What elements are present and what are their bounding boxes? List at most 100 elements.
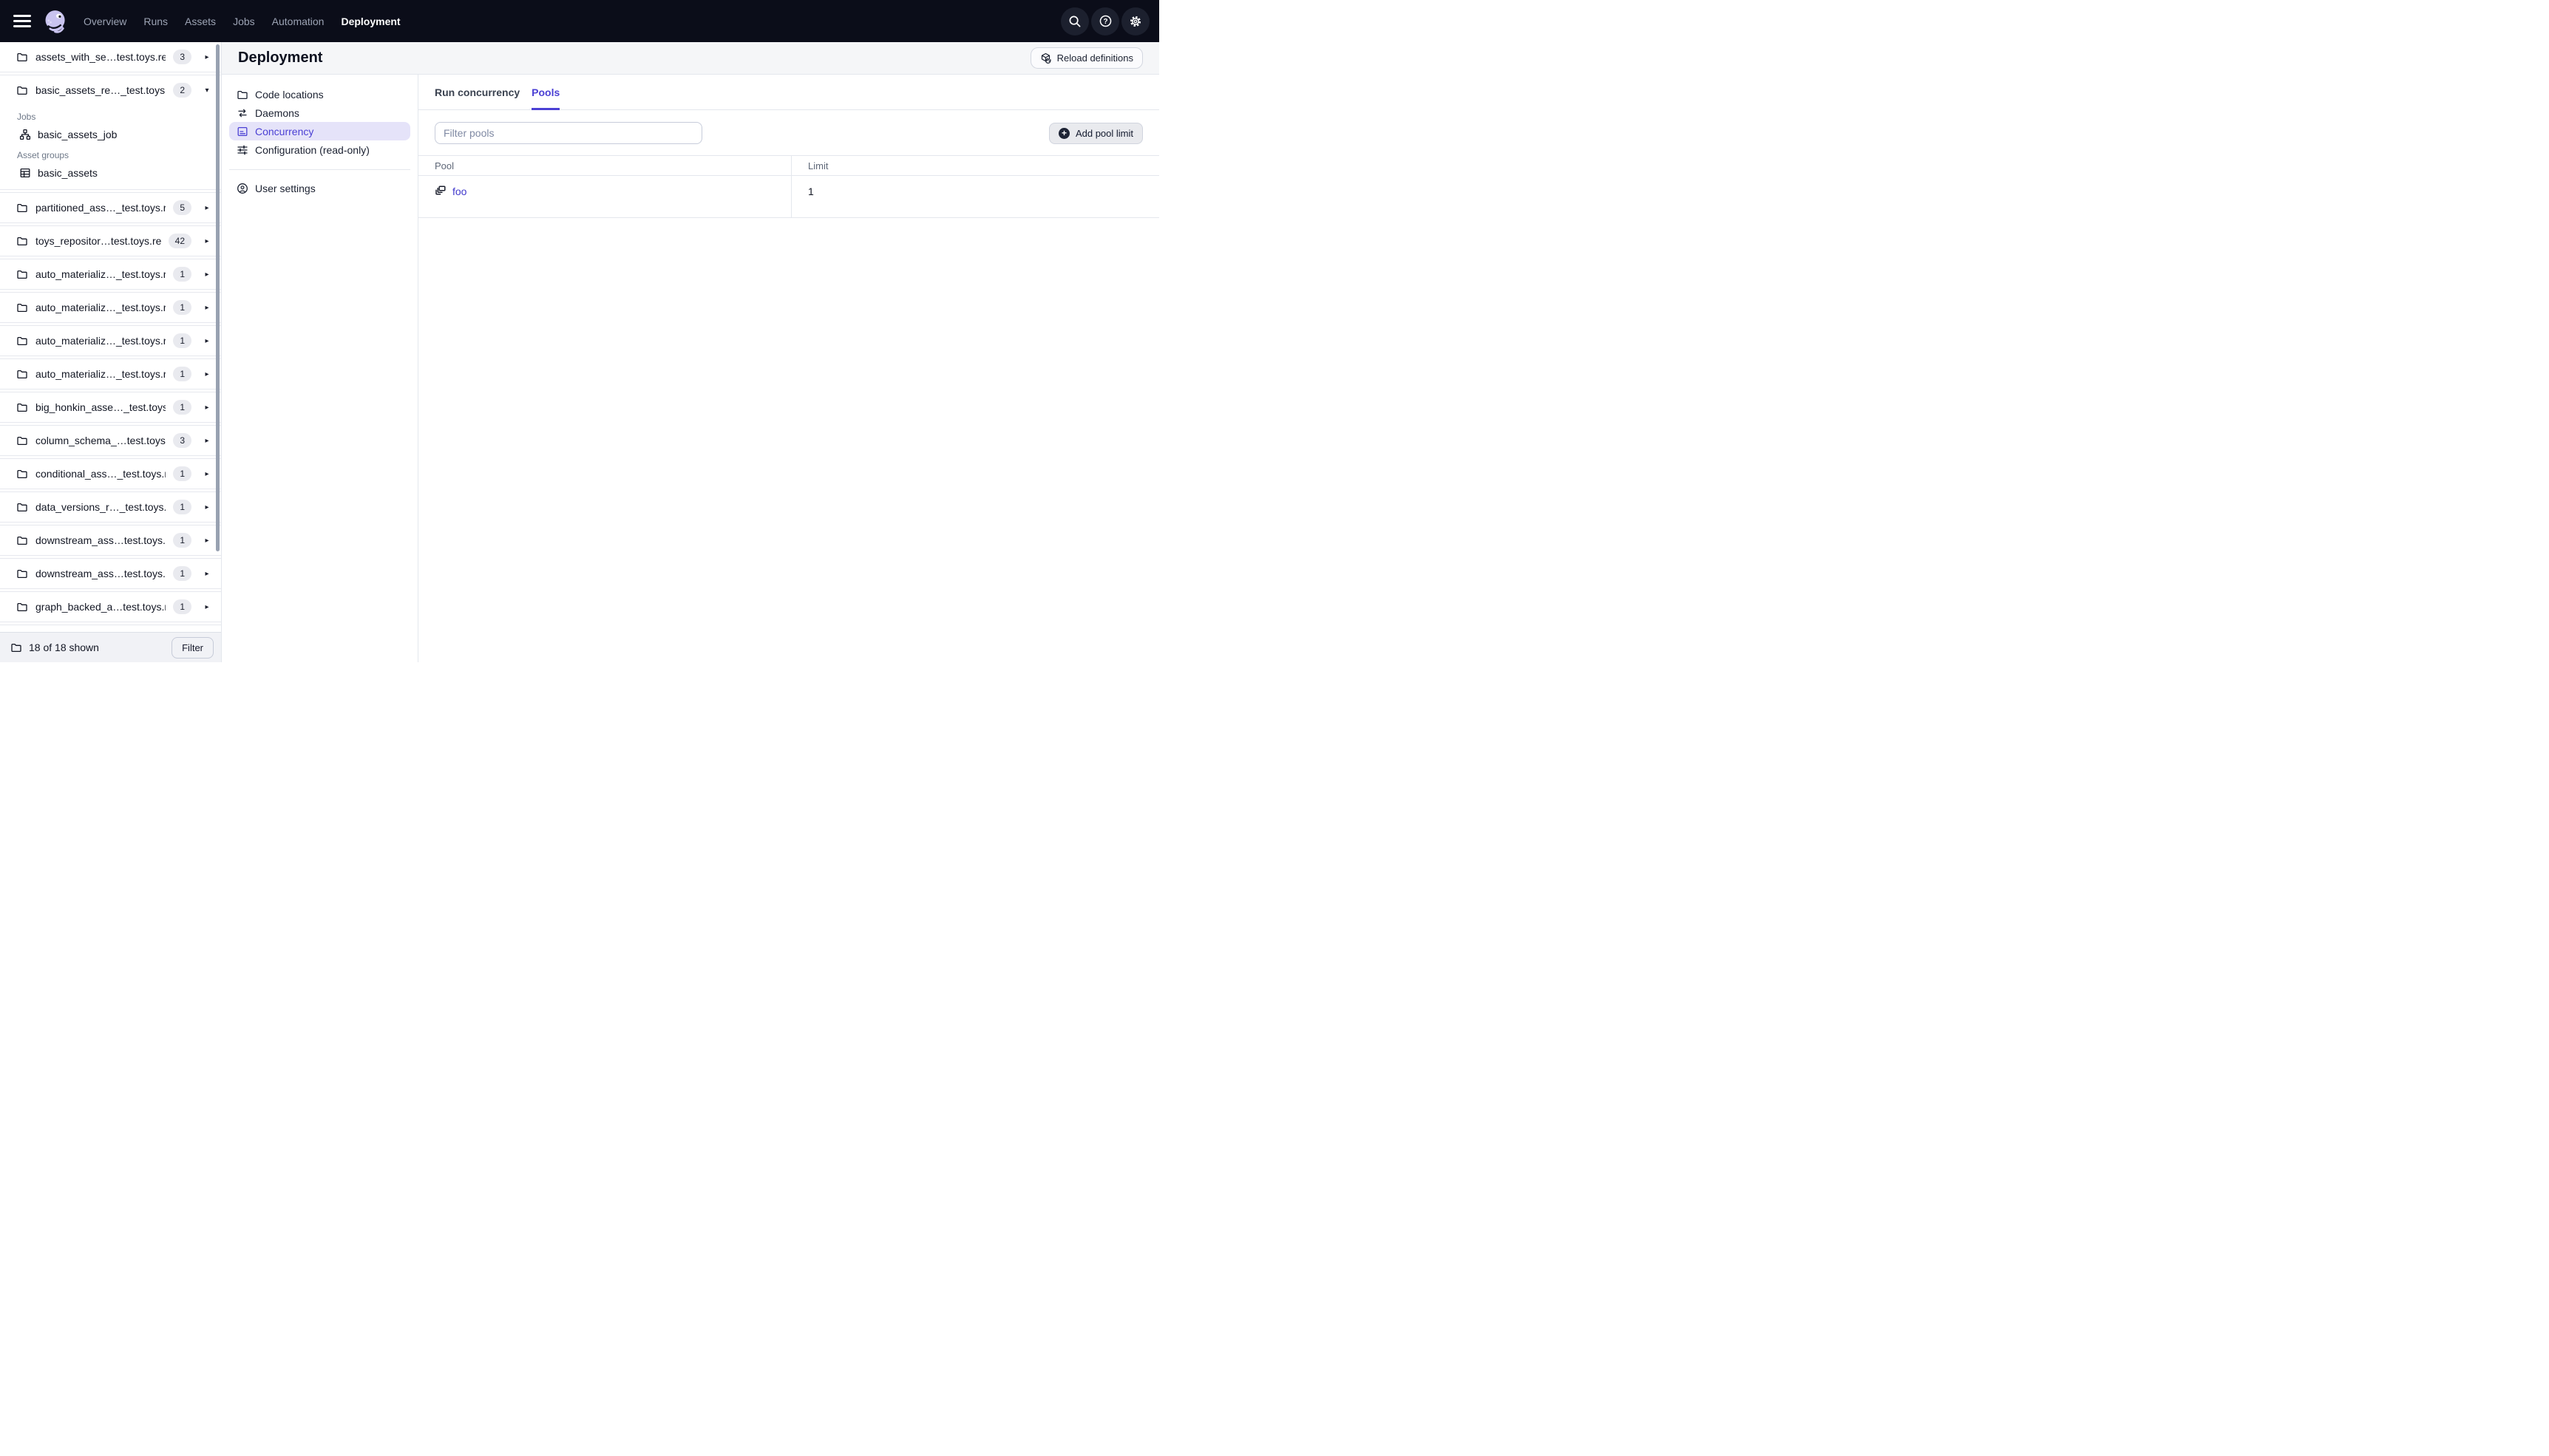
repo-name: graph_backed_a…test.toys.repo <box>35 601 166 613</box>
pool-limit-value: 1 <box>808 186 814 197</box>
reload-definitions-button[interactable]: Reload definitions <box>1030 47 1143 69</box>
repo-count-badge: 42 <box>168 234 191 248</box>
daemons-icon <box>237 107 248 119</box>
settings-nav-item-configuration-read-only-[interactable]: Configuration (read-only) <box>229 140 410 159</box>
chevron-icon[interactable]: ▸ <box>199 537 215 545</box>
top-nav-bar: Overview Runs Assets Jobs Automation Deployme… <box>0 0 1159 42</box>
user-icon <box>237 183 248 194</box>
repo-sub-item[interactable]: basic_assets_job <box>0 126 221 143</box>
chevron-icon[interactable]: ▸ <box>199 204 215 212</box>
nav-label: Configuration (read-only) <box>255 143 370 156</box>
repo-block: auto_materializ…_test.toys.repo 1 ▸ <box>0 358 221 389</box>
chevron-icon[interactable]: ▸ <box>199 337 215 345</box>
repo-name: basic_assets_re…_test.toys.rep <box>35 84 166 96</box>
repo-count-badge: 2 <box>173 83 191 98</box>
chevron-icon[interactable]: ▾ <box>199 86 215 95</box>
sidebar-repo-row[interactable]: basic_assets_re…_test.toys.rep 2 ▾ <box>0 75 221 105</box>
top-nav-item-runs[interactable]: Runs <box>143 16 168 27</box>
repo-block: auto_materializ…_test.toys.repo 1 ▸ <box>0 292 221 323</box>
pool-link[interactable]: foo <box>452 186 466 197</box>
repo-count-badge: 1 <box>173 400 191 415</box>
pools-table-header: Pool Limit <box>418 155 1159 176</box>
tab-label: Pools <box>532 86 560 98</box>
chevron-icon[interactable]: ▸ <box>199 304 215 312</box>
search-button[interactable] <box>1061 7 1089 35</box>
chevron-icon[interactable]: ▸ <box>199 603 215 611</box>
repo-name: downstream_ass…test.toys.rep <box>35 534 166 546</box>
repo-block: downstream_ass…test.toys.rep 1 ▸ <box>0 525 221 556</box>
top-nav-item-jobs[interactable]: Jobs <box>233 16 255 27</box>
sidebar-repo-row[interactable]: column_schema_…test.toys.rep 3 ▸ <box>0 426 221 455</box>
chevron-icon[interactable]: ▸ <box>199 437 215 445</box>
sidebar-repo-row[interactable]: long_asset_keys…_test.toys.rep 1 ▸ <box>0 625 221 632</box>
repo-list: assets_with_se…test.toys.repo 3 ▸ basic_… <box>0 42 221 632</box>
sidebar-repo-row[interactable]: auto_materializ…_test.toys.repo 1 ▸ <box>0 326 221 356</box>
sidebar-repo-row[interactable]: big_honkin_asse…_test.toys.rep 1 ▸ <box>0 392 221 422</box>
sidebar-repo-row[interactable]: data_versions_r…_test.toys.rep 1 ▸ <box>0 492 221 522</box>
nav-label: Code locations <box>255 88 324 101</box>
hamburger-menu-button[interactable] <box>13 15 31 27</box>
folder-icon <box>16 84 28 96</box>
repo-name: toys_repositor…test.toys.repo <box>35 235 161 247</box>
folder-icon <box>16 401 28 413</box>
sidebar-repo-row[interactable]: auto_materializ…_test.toys.repo 1 ▸ <box>0 293 221 322</box>
top-nav-item-overview[interactable]: Overview <box>84 16 126 27</box>
sidebar-repo-row[interactable]: auto_materializ…_test.toys.repo 1 ▸ <box>0 259 221 289</box>
main-area: Deployment Reload definitions Code locat… <box>222 42 1159 662</box>
sidebar-repo-row[interactable]: assets_with_se…test.toys.repo 3 ▸ <box>0 42 221 72</box>
folder-icon <box>16 534 28 546</box>
concurrency-tabs: Run concurrency Pools <box>418 75 1159 110</box>
add-pool-limit-button[interactable]: + Add pool limit <box>1048 122 1143 144</box>
section-label: Jobs <box>17 112 36 122</box>
settings-nav-item-concurrency[interactable]: Concurrency <box>229 122 410 140</box>
repo-block: partitioned_ass…_test.toys.rep 5 ▸ <box>0 192 221 223</box>
settings-nav-item-user-settings[interactable]: User settings <box>229 179 410 197</box>
tab-pools[interactable]: Pools <box>532 75 560 110</box>
sidebar-repo-row[interactable]: graph_backed_a…test.toys.repo 1 ▸ <box>0 592 221 622</box>
top-nav-item-deployment[interactable]: Deployment <box>341 16 400 27</box>
sidebar-repo-row[interactable]: downstream_ass…test.toys.rep 1 ▸ <box>0 559 221 588</box>
chevron-icon[interactable]: ▸ <box>199 237 215 245</box>
settings-nav-item-code-locations[interactable]: Code locations <box>229 85 410 103</box>
sidebar-repo-row[interactable]: conditional_ass…_test.toys.repo 1 ▸ <box>0 459 221 489</box>
tab-run-concurrency[interactable]: Run concurrency <box>435 75 520 109</box>
plus-icon: + <box>1058 127 1070 139</box>
filter-pools-input[interactable] <box>435 122 702 144</box>
sidebar-repo-row[interactable]: auto_materializ…_test.toys.repo 1 ▸ <box>0 359 221 389</box>
chevron-icon[interactable]: ▸ <box>199 370 215 378</box>
top-nav: Overview Runs Assets Jobs Automation Deployme… <box>84 16 401 27</box>
sidebar-repo-row[interactable]: downstream_ass…test.toys.rep 1 ▸ <box>0 525 221 555</box>
help-button[interactable]: ? <box>1091 7 1119 35</box>
pool-column-header: Pool <box>435 160 455 171</box>
dagster-logo[interactable] <box>42 8 69 35</box>
sidebar-scrollbar[interactable] <box>216 44 220 551</box>
chevron-icon[interactable]: ▸ <box>199 271 215 279</box>
nav-label: Concurrency <box>255 125 314 137</box>
repo-name: assets_with_se…test.toys.repo <box>35 51 166 63</box>
folder-icon <box>16 601 28 613</box>
settings-button[interactable] <box>1121 7 1150 35</box>
repo-count-badge: 1 <box>173 500 191 514</box>
asset-group-icon <box>19 167 31 179</box>
repo-name: auto_materializ…_test.toys.repo <box>35 368 166 380</box>
sidebar-repo-row[interactable]: toys_repositor…test.toys.repo 42 ▸ <box>0 226 221 256</box>
chevron-icon[interactable]: ▸ <box>199 404 215 412</box>
topbar-actions: ? <box>1061 7 1150 35</box>
sidebar-filter-button[interactable]: Filter <box>172 636 214 659</box>
add-pool-limit-label: Add pool limit <box>1075 127 1133 139</box>
sidebar-repo-row[interactable]: partitioned_ass…_test.toys.rep 5 ▸ <box>0 193 221 222</box>
top-nav-item-automation[interactable]: Automation <box>272 16 325 27</box>
chevron-icon[interactable]: ▸ <box>199 470 215 478</box>
repo-sub-item[interactable]: basic_assets <box>0 164 221 182</box>
settings-nav-divider <box>229 169 410 170</box>
chevron-icon[interactable]: ▸ <box>199 570 215 578</box>
repo-count-badge: 1 <box>173 533 191 548</box>
folder-icon <box>10 642 22 653</box>
settings-nav-item-daemons[interactable]: Daemons <box>229 103 410 122</box>
repo-count-badge: 5 <box>173 200 191 215</box>
pool-icon <box>435 185 447 197</box>
repo-block: big_honkin_asse…_test.toys.rep 1 ▸ <box>0 392 221 423</box>
chevron-icon[interactable]: ▸ <box>199 503 215 511</box>
chevron-icon[interactable]: ▸ <box>199 53 215 61</box>
top-nav-item-assets[interactable]: Assets <box>185 16 216 27</box>
